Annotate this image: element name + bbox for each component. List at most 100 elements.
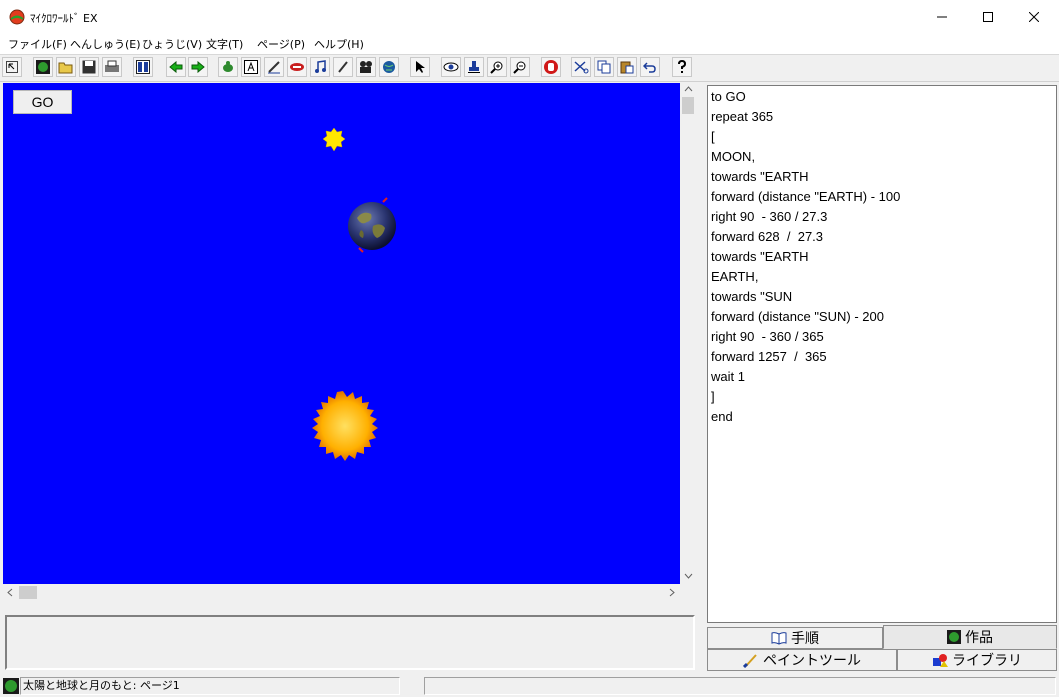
- stop-hand-icon: [544, 60, 558, 74]
- scroll-left-icon: [7, 588, 13, 597]
- close-button[interactable]: [1011, 0, 1057, 34]
- minimize-button[interactable]: [919, 0, 965, 34]
- book-icon: [771, 632, 787, 645]
- code-line: right 90 - 360 / 365: [711, 329, 824, 344]
- moon-icon: [322, 127, 346, 152]
- eye-button[interactable]: [441, 57, 461, 77]
- button-icon: [290, 63, 304, 71]
- paste-icon: [620, 61, 634, 74]
- code-line: towards "EARTH: [711, 169, 809, 184]
- menu-view[interactable]: ひょうじ(V): [142, 36, 202, 52]
- code-line: wait 1: [711, 369, 745, 384]
- tab-paint-tools[interactable]: ペイントツール: [707, 649, 897, 671]
- status-panel: [424, 677, 1056, 695]
- code-line: [: [711, 129, 715, 144]
- select-tool-button[interactable]: [2, 57, 22, 77]
- paste-button[interactable]: [617, 57, 637, 77]
- code-line: forward 1257 / 365: [711, 349, 827, 364]
- open-button[interactable]: [56, 57, 76, 77]
- stage-canvas[interactable]: GO: [3, 83, 680, 584]
- globe-icon: [947, 630, 961, 644]
- tab-procedures-label: 手順: [791, 631, 819, 647]
- undo-button[interactable]: [640, 57, 660, 77]
- scrollbar-corner: [680, 584, 697, 601]
- scroll-down-icon: [684, 573, 693, 579]
- tab-works[interactable]: 作品: [883, 625, 1057, 649]
- code-line: to GO: [711, 89, 746, 104]
- save-button[interactable]: [79, 57, 99, 77]
- shapes-icon: [933, 654, 948, 667]
- previous-page-button[interactable]: [166, 57, 186, 77]
- menu-file[interactable]: ファイル(F): [8, 36, 67, 52]
- eye-icon: [443, 62, 459, 72]
- stamp-button[interactable]: [464, 57, 484, 77]
- vertical-scroll-thumb[interactable]: [682, 97, 694, 114]
- open-folder-icon: [58, 62, 73, 74]
- brush-button[interactable]: [333, 57, 353, 77]
- forward-arrow-icon: [191, 61, 205, 73]
- globe-icon: [3, 678, 19, 694]
- button-tool-button[interactable]: [287, 57, 307, 77]
- tab-procedures[interactable]: 手順: [707, 627, 883, 649]
- copy-button[interactable]: [594, 57, 614, 77]
- brush-icon: [338, 61, 348, 73]
- tab-library[interactable]: ライブラリ: [897, 649, 1057, 671]
- text-box-button[interactable]: [241, 57, 261, 77]
- print-button[interactable]: [102, 57, 122, 77]
- minimize-icon: [937, 16, 947, 18]
- turtle-icon: [223, 61, 233, 72]
- stamp-icon: [468, 61, 480, 73]
- zoom-in-button[interactable]: [487, 57, 507, 77]
- next-page-button[interactable]: [188, 57, 208, 77]
- save-icon: [82, 60, 96, 74]
- movie-button[interactable]: [356, 57, 376, 77]
- music-button[interactable]: [310, 57, 330, 77]
- procedures-editor[interactable]: to GO repeat 365 [ MOON, towards "EARTH …: [707, 85, 1057, 623]
- stage-horizontal-scrollbar[interactable]: [3, 584, 680, 601]
- scroll-right-icon: [669, 588, 675, 597]
- title-bar: ﾏｲｸﾛﾜｰﾙﾄﾞ EX: [0, 0, 1059, 35]
- menu-page[interactable]: ページ(P): [257, 36, 305, 52]
- code-line: forward (distance "EARTH) - 100: [711, 189, 901, 204]
- paintbrush-icon: [743, 654, 757, 668]
- arrow-cursor-icon: [6, 61, 18, 73]
- help-button[interactable]: [672, 57, 692, 77]
- code-line: towards "SUN: [711, 289, 793, 304]
- turtle-button[interactable]: [218, 57, 238, 77]
- pen-button[interactable]: [264, 57, 284, 77]
- stage-vertical-scrollbar[interactable]: [680, 83, 697, 584]
- page-list-button[interactable]: [133, 57, 153, 77]
- status-text: 太陽と地球と月のもと: ページ1: [20, 677, 400, 695]
- maximize-icon: [983, 12, 993, 22]
- globe-button[interactable]: [33, 57, 53, 77]
- code-line: EARTH,: [711, 269, 759, 284]
- menu-edit[interactable]: へんしゅう(E): [70, 36, 141, 52]
- pen-icon: [268, 61, 280, 74]
- globe-icon: [36, 60, 50, 74]
- maximize-button[interactable]: [965, 0, 1011, 34]
- cut-button[interactable]: [571, 57, 591, 77]
- sun-icon: [312, 391, 378, 461]
- tab-paint-tools-label: ペイントツール: [763, 653, 861, 669]
- code-line: towards "EARTH: [711, 249, 809, 264]
- pointer-icon: [416, 61, 425, 73]
- status-bar: 太陽と地球と月のもと: ページ1: [0, 675, 1059, 697]
- code-line: forward (distance "SUN) - 200: [711, 309, 884, 324]
- toolbar: [0, 55, 1059, 82]
- zoom-out-button[interactable]: [510, 57, 530, 77]
- page-list-icon: [136, 60, 150, 74]
- code-line: end: [711, 409, 733, 424]
- world-icon: [383, 61, 395, 73]
- menu-help[interactable]: ヘルプ(H): [314, 36, 364, 52]
- movie-icon: [360, 61, 372, 73]
- horizontal-scroll-thumb[interactable]: [19, 586, 37, 599]
- menu-text[interactable]: 文字(T): [206, 36, 243, 52]
- code-line: ]: [711, 389, 715, 404]
- go-button[interactable]: GO: [13, 90, 72, 114]
- pointer-button[interactable]: [410, 57, 430, 77]
- command-center-box[interactable]: [5, 615, 695, 670]
- window-title: ﾏｲｸﾛﾜｰﾙﾄﾞ EX: [30, 12, 98, 25]
- stop-button[interactable]: [541, 57, 561, 77]
- world-button[interactable]: [379, 57, 399, 77]
- scroll-up-icon: [684, 86, 693, 92]
